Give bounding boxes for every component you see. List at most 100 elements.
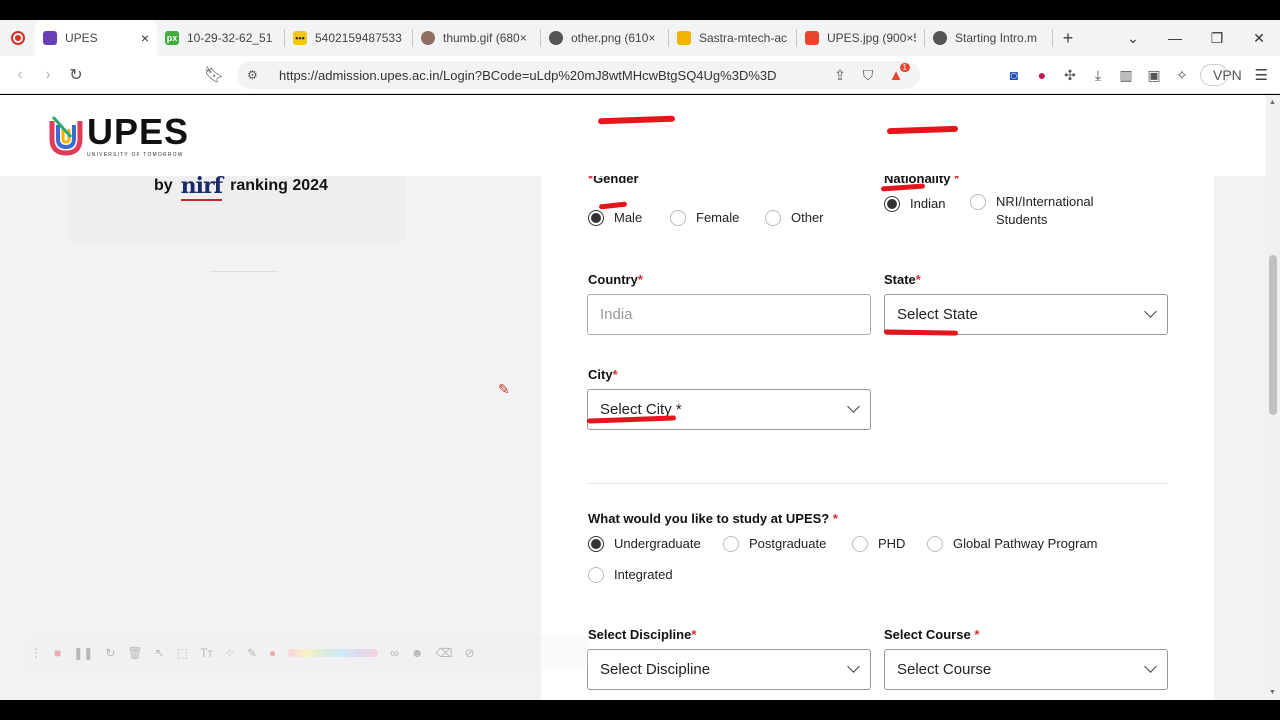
brave-rewards-icon[interactable]: ▲ 1: [882, 62, 910, 84]
upes-logo[interactable]: UPES UNIVERSITY OF TOMORROW: [49, 113, 189, 159]
tab-title: thumb.gif (680×: [443, 31, 527, 45]
pause-icon[interactable]: ❚❚: [73, 646, 93, 660]
radio-circle[interactable]: [927, 536, 943, 552]
state-select[interactable]: Select State: [884, 294, 1168, 335]
sidebar-icon[interactable]: ▥: [1112, 67, 1140, 84]
ranking-prefix: by: [154, 177, 173, 194]
logo-text: UPES: [86, 111, 189, 152]
reload-icon[interactable]: ↻: [62, 65, 90, 85]
radio-circle[interactable]: [852, 536, 868, 552]
address-bar[interactable]: ⚙ https://admission.upes.ac.in/Login?BCo…: [237, 61, 920, 89]
chevron-down-icon: [1144, 305, 1157, 318]
radio-circle[interactable]: [588, 567, 604, 583]
radio-circle[interactable]: [970, 194, 986, 210]
radio-label: NRI/International Students: [996, 194, 1094, 227]
restart-icon[interactable]: ↻: [105, 646, 115, 660]
stop-icon[interactable]: ■: [54, 646, 61, 660]
leo-ai-icon[interactable]: ✧: [1168, 67, 1196, 84]
tab-title: 5402159487533: [315, 31, 402, 45]
discipline-label-text: Select Discipline: [588, 627, 692, 642]
emoji-icon[interactable]: ☻: [411, 646, 424, 660]
select-area-icon[interactable]: ⬚: [177, 646, 188, 660]
grid-icon[interactable]: ⁘: [225, 646, 235, 660]
share-icon[interactable]: ⇪: [826, 67, 854, 84]
restore-icon[interactable]: ❐: [1196, 30, 1238, 47]
extensions-puzzle-icon[interactable]: ✣: [1056, 67, 1084, 84]
nationality-nri-radio[interactable]: NRI/International Students: [970, 193, 1120, 229]
eraser-icon[interactable]: ⌫: [435, 646, 452, 660]
tab-other-png[interactable]: other.png (610×: [541, 20, 668, 56]
pen-tool-icon[interactable]: ✎: [247, 646, 257, 660]
close-window-icon[interactable]: ✕: [1238, 30, 1280, 47]
wallet-icon[interactable]: ▣: [1140, 67, 1168, 84]
tab-starting-intro[interactable]: Starting Intro.m: [925, 20, 1052, 56]
gender-male-radio[interactable]: Male: [588, 210, 642, 226]
scroll-down-icon[interactable]: ▼: [1269, 689, 1276, 696]
country-label: Country*: [588, 272, 643, 287]
study-phd-radio[interactable]: PHD: [852, 536, 905, 552]
tab-thumb-gif[interactable]: thumb.gif (680×: [413, 20, 540, 56]
rewards-badge: 1: [899, 62, 910, 72]
radio-circle[interactable]: [884, 196, 900, 212]
radio-circle[interactable]: [723, 536, 739, 552]
radio-circle[interactable]: [588, 210, 604, 226]
country-input[interactable]: India: [587, 294, 871, 335]
extension-record-icon[interactable]: ●: [1028, 67, 1056, 83]
tab-sastra[interactable]: Sastra-mtech-ac: [669, 20, 796, 56]
tab-image-1[interactable]: px 10-29-32-62_51: [157, 20, 284, 56]
text-tool-icon[interactable]: Tт: [200, 646, 213, 660]
gender-female-radio[interactable]: Female: [670, 210, 739, 226]
hide-annotations-icon[interactable]: ⊘: [464, 646, 474, 660]
study-undergraduate-radio[interactable]: Undergraduate: [588, 536, 701, 552]
extension-search-icon[interactable]: ◙: [1000, 67, 1028, 83]
course-label-text: Select Course: [884, 627, 971, 642]
color-dot-icon[interactable]: ●: [269, 646, 276, 660]
tab-search-chevron-icon[interactable]: ⌄: [1112, 30, 1154, 47]
close-tab-icon[interactable]: ×: [141, 30, 149, 46]
discipline-select[interactable]: Select Discipline: [587, 649, 871, 690]
discipline-label: Select Discipline*: [588, 627, 696, 642]
tab-upes-jpg[interactable]: UPES.jpg (900×5: [797, 20, 924, 56]
vpn-button[interactable]: VPN: [1200, 64, 1242, 86]
minimize-icon[interactable]: —: [1154, 30, 1196, 46]
download-icon[interactable]: ⤓: [1084, 67, 1112, 84]
px-favicon-icon: px: [165, 31, 179, 45]
color-spectrum[interactable]: [288, 649, 379, 657]
city-select[interactable]: Select City *: [587, 389, 871, 430]
study-integrated-radio[interactable]: Integrated: [588, 567, 673, 583]
drag-handle-icon[interactable]: ⋮: [30, 646, 42, 660]
scrollbar-thumb[interactable]: [1269, 255, 1277, 415]
radio-label: Other: [791, 210, 824, 225]
url-text[interactable]: https://admission.upes.ac.in/Login?BCode…: [279, 68, 826, 83]
study-global-pathway-radio[interactable]: Global Pathway Program: [927, 536, 1098, 552]
delete-icon[interactable]: 🗑︎: [127, 646, 142, 660]
tab-image-2[interactable]: ••• 5402159487533: [285, 20, 412, 56]
gender-other-radio[interactable]: Other: [765, 210, 824, 226]
course-select[interactable]: Select Course: [884, 649, 1168, 690]
page-scrollbar[interactable]: ▲ ▼: [1266, 95, 1280, 700]
record-icon[interactable]: [11, 31, 25, 45]
scroll-up-icon[interactable]: ▲: [1269, 99, 1276, 106]
brave-shield-icon[interactable]: ⛉: [854, 67, 882, 84]
forward-icon[interactable]: ›: [34, 66, 62, 84]
study-postgraduate-radio[interactable]: Postgraduate: [723, 536, 826, 552]
required-mark: *: [637, 272, 643, 287]
nationality-indian-radio[interactable]: Indian: [884, 196, 945, 212]
required-mark: *: [832, 511, 838, 526]
radio-label: Global Pathway Program: [953, 536, 1098, 551]
cursor-icon[interactable]: ↖: [155, 646, 165, 660]
chevron-down-icon: [847, 660, 860, 673]
menu-icon[interactable]: ☰: [1255, 66, 1268, 84]
new-tab-icon[interactable]: +: [1053, 28, 1083, 49]
radio-circle[interactable]: [670, 210, 686, 226]
tab-upes[interactable]: UPES ×: [35, 20, 157, 56]
radio-label: Indian: [910, 196, 946, 211]
radio-circle[interactable]: [765, 210, 781, 226]
back-icon[interactable]: ‹: [6, 66, 34, 84]
bookmark-icon[interactable]: 🔖︎: [200, 65, 228, 85]
radio-circle[interactable]: [588, 536, 604, 552]
site-settings-icon[interactable]: ⚙: [247, 68, 265, 82]
discipline-select-value: Select Discipline: [600, 661, 711, 678]
country-label-text: Country: [588, 272, 638, 287]
link-icon[interactable]: ∞: [390, 646, 399, 660]
